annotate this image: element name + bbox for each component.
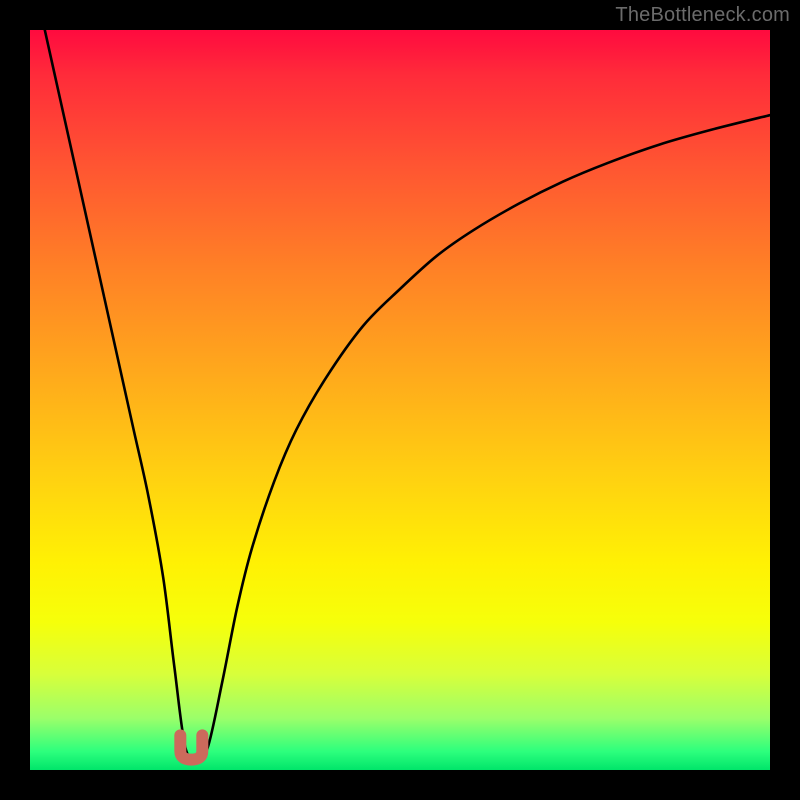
minimum-marker [180,735,202,759]
plot-area [30,30,770,770]
watermark-text: TheBottleneck.com [615,4,790,27]
curve-svg [30,30,770,770]
bottleneck-curve [45,30,770,757]
chart-frame: TheBottleneck.com [0,0,800,800]
